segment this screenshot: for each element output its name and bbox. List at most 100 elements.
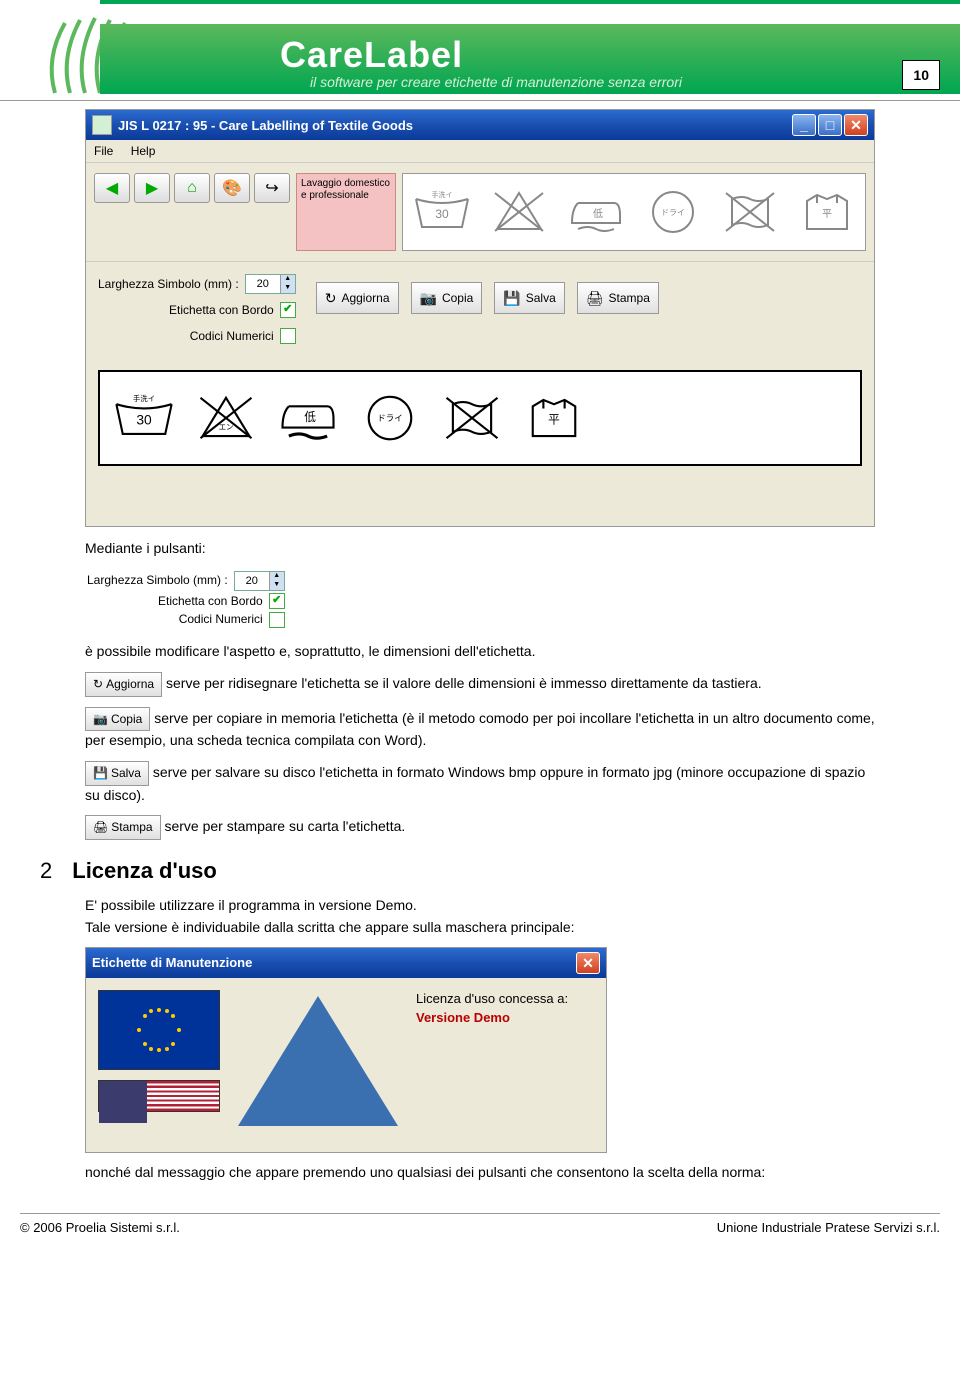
us-flag-button[interactable]: [98, 1080, 220, 1112]
inline-copia-button: 📷Copia: [85, 707, 150, 732]
license-close-button[interactable]: ✕: [576, 952, 600, 974]
width-spinner[interactable]: ▲▼: [245, 274, 296, 294]
close-button[interactable]: ✕: [844, 114, 868, 136]
license-window-title: Etichette di Manutenzione: [92, 954, 252, 972]
license-titlebar: Etichette di Manutenzione ✕: [86, 948, 606, 978]
copia-button[interactable]: 📷Copia: [411, 282, 483, 314]
license-p3: nonché dal messaggio che appare premendo…: [85, 1163, 875, 1183]
menu-file[interactable]: File: [94, 144, 113, 158]
save-icon: 💾: [503, 290, 520, 307]
app-icon: [92, 115, 112, 135]
license-p2: Tale versione è individuabile dalla scri…: [85, 918, 875, 938]
svg-text:平: 平: [548, 413, 560, 426]
p-stampa: 🖨Stampa serve per stampare su carta l'et…: [85, 815, 875, 840]
home-button[interactable]: ⌂: [174, 173, 210, 203]
p-copia: 📷Copia serve per copiare in memoria l'et…: [85, 707, 875, 751]
refresh-icon: ↻: [325, 290, 337, 307]
minimize-button[interactable]: _: [792, 114, 816, 136]
no-wring-symbol[interactable]: [716, 183, 784, 241]
page-footer: © 2006 Proelia Sistemi s.r.l. Unione Ind…: [20, 1213, 940, 1241]
license-value: Versione Demo: [416, 1009, 568, 1027]
preview-dry-flat: 平: [520, 389, 588, 447]
window-title: JIS L 0217 : 95 - Care Labelling of Text…: [118, 118, 413, 133]
toolbar: ◀ ▶ ⌂ 🎨 ↪ Lavaggio domestico e professio…: [86, 163, 874, 261]
preview-no-wring: [438, 389, 506, 447]
dryclean-symbol[interactable]: ドライ: [639, 183, 707, 241]
mini-codes-checkbox[interactable]: [269, 612, 285, 628]
inline-aggiorna-button: ↻Aggiorna: [85, 672, 162, 697]
preview-iron-low: 低: [274, 389, 342, 447]
svg-text:ドライ: ドライ: [661, 208, 685, 217]
aggiorna-button[interactable]: ↻Aggiorna: [316, 282, 399, 314]
maximize-button[interactable]: □: [818, 114, 842, 136]
preview-no-bleach: エン: [192, 389, 260, 447]
symbol-palette: 30 手洗イ 低 ドライ 平: [402, 173, 866, 251]
label-preview: 30 手洗イ エン 低 ドライ 平: [98, 370, 862, 466]
stampa-button[interactable]: 🖨Stampa: [577, 282, 659, 314]
salva-button[interactable]: 💾Salva: [494, 282, 564, 314]
options-bar: Larghezza Simbolo (mm) : ▲▼ Etichetta co…: [86, 261, 874, 360]
codes-checkbox[interactable]: [280, 328, 296, 344]
license-window: Etichette di Manutenzione ✕ Licenza d'us…: [85, 947, 607, 1153]
license-p1: E' possibile utilizzare il programma in …: [85, 896, 875, 916]
no-bleach-symbol[interactable]: [485, 183, 553, 241]
svg-text:平: 平: [822, 209, 832, 220]
exit-button[interactable]: ↪: [254, 173, 290, 203]
inline-salva-button: 💾Salva: [85, 761, 149, 786]
p-modify: è possibile modificare l'aspetto e, sopr…: [85, 642, 875, 662]
section-number: 2: [40, 858, 52, 884]
svg-text:手洗イ: 手洗イ: [431, 190, 452, 199]
app-window: JIS L 0217 : 95 - Care Labelling of Text…: [85, 109, 875, 527]
document-header: CareLabel il software per creare etichet…: [0, 0, 960, 100]
border-checkbox[interactable]: ✔: [280, 302, 296, 318]
palette-button[interactable]: 🎨: [214, 173, 250, 203]
section-2-heading: 2 Licenza d'uso: [40, 858, 920, 884]
license-label: Licenza d'uso concessa a:: [416, 990, 568, 1008]
svg-text:手洗イ: 手洗イ: [133, 393, 155, 403]
preview-dryclean: ドライ: [356, 389, 424, 447]
print-icon: 🖨: [586, 290, 604, 307]
preview-wash-30: 30 手洗イ: [110, 389, 178, 447]
body-content: Mediante i pulsanti: Larghezza Simbolo (…: [85, 539, 875, 840]
camera-icon: 📷: [420, 290, 437, 307]
p-salva: 💾Salva serve per salvare su disco l'etic…: [85, 761, 875, 805]
svg-text:30: 30: [435, 207, 449, 221]
category-tile[interactable]: Lavaggio domestico e professionale: [296, 173, 396, 251]
back-button[interactable]: ◀: [94, 173, 130, 203]
eu-flag-button[interactable]: [98, 990, 220, 1070]
codes-label: Codici Numerici: [190, 324, 274, 348]
print-icon: 🖨: [93, 820, 108, 834]
page-number: 10: [902, 60, 940, 90]
inline-stampa-button: 🖨Stampa: [85, 815, 161, 840]
footer-right: Unione Industriale Pratese Servizi s.r.l…: [717, 1220, 940, 1235]
border-label: Etichetta con Bordo: [169, 298, 274, 322]
p-aggiorna: ↻Aggiorna serve per ridisegnare l'etiche…: [85, 672, 875, 697]
window-titlebar: JIS L 0217 : 95 - Care Labelling of Text…: [86, 110, 874, 140]
mini-width-spinner[interactable]: ▲▼: [234, 571, 285, 591]
preview-area: 30 手洗イ エン 低 ドライ 平: [86, 360, 874, 526]
refresh-icon: ↻: [93, 677, 103, 691]
svg-text:30: 30: [136, 411, 152, 427]
menu-help[interactable]: Help: [131, 144, 156, 158]
width-label: Larghezza Simbolo (mm) :: [98, 272, 239, 296]
iron-low-symbol[interactable]: 低: [562, 183, 630, 241]
menu-bar: File Help: [86, 140, 874, 163]
svg-text:エン: エン: [219, 423, 234, 432]
mini-border-checkbox[interactable]: ✔: [269, 593, 285, 609]
mini-settings-inline: Larghezza Simbolo (mm) :▲▼ Etichetta con…: [85, 569, 287, 633]
footer-left: © 2006 Proelia Sistemi s.r.l.: [20, 1220, 180, 1235]
section-2-content: E' possibile utilizzare il programma in …: [85, 896, 875, 1183]
intro-text: Mediante i pulsanti:: [85, 539, 875, 559]
camera-icon: 📷: [93, 712, 108, 726]
svg-text:低: 低: [304, 411, 316, 424]
triangle-graphic: [238, 996, 398, 1126]
svg-text:低: 低: [593, 207, 603, 220]
save-icon: 💾: [93, 766, 108, 780]
dry-flat-symbol[interactable]: 平: [793, 183, 861, 241]
svg-text:ドライ: ドライ: [377, 413, 403, 423]
section-title: Licenza d'uso: [72, 858, 217, 884]
wash-30-symbol[interactable]: 30 手洗イ: [408, 183, 476, 241]
forward-button[interactable]: ▶: [134, 173, 170, 203]
brand-subtitle: il software per creare etichette di manu…: [310, 74, 682, 90]
brand-title: CareLabel: [280, 34, 463, 76]
